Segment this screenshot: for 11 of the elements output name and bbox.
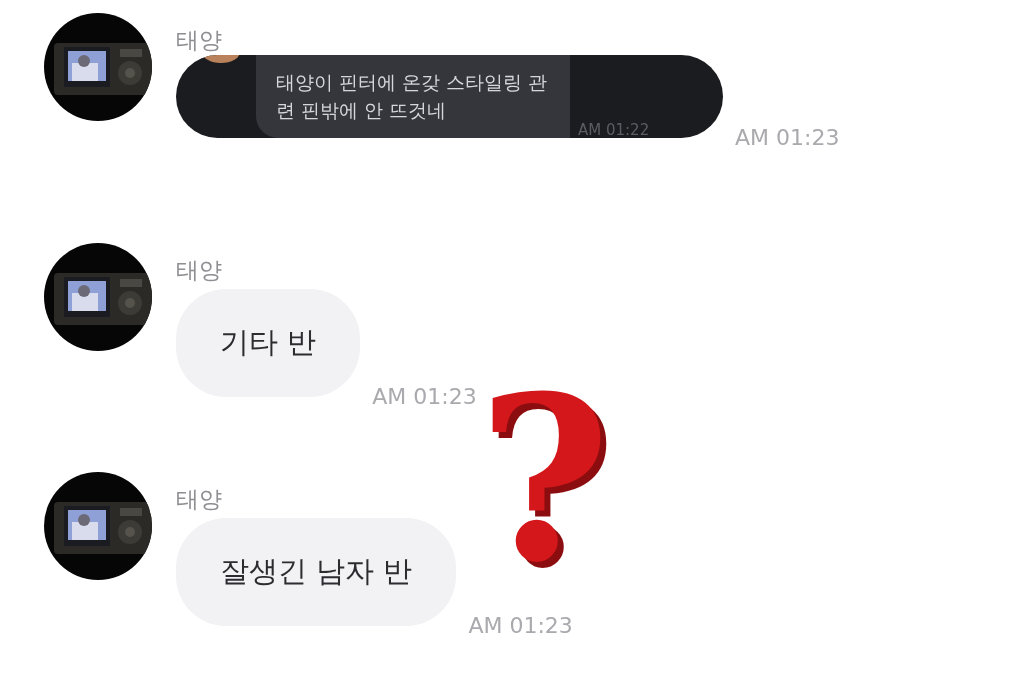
message-time: AM 01:23: [468, 612, 573, 640]
sender-name: 태양: [176, 486, 223, 512]
question-mark-label: ?: [478, 390, 611, 570]
message-text: 잘생긴 남자 반: [220, 553, 413, 590]
message-text: 태양이 핀터에 온갖 스타일링 관련 핀밖에 안 뜨것네: [276, 71, 548, 123]
message-time: AM 01:23: [372, 383, 477, 411]
message-time: AM 01:22: [578, 122, 650, 138]
sender-name: 태양: [176, 257, 223, 283]
sender-name: 태양: [176, 27, 223, 53]
message-time: AM 01:23: [735, 124, 840, 152]
message-text: 기타 반: [220, 324, 317, 361]
